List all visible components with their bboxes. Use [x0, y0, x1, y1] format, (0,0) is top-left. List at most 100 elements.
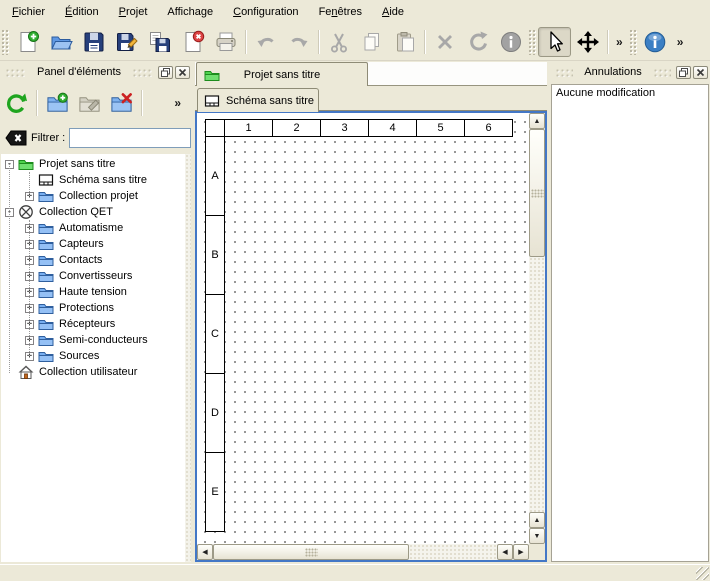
paste-button[interactable]: [388, 27, 421, 57]
hscroll-thumb[interactable]: [213, 544, 409, 560]
open-project-button[interactable]: [44, 27, 77, 57]
toolbar-separator: [36, 90, 37, 116]
project-tab[interactable]: Projet sans titre: [196, 62, 368, 86]
delete-category-button[interactable]: [106, 88, 136, 118]
tree-scrollbar-track[interactable]: [185, 154, 191, 562]
elements-panel: Panel d'éléments » Filtrer : - Pro: [0, 62, 192, 562]
move-cross-icon: [576, 30, 600, 54]
redo-button[interactable]: [282, 27, 315, 57]
tree-item-projet-sans-titre[interactable]: - Projet sans titre: [1, 156, 191, 172]
filter-label: Filtrer :: [31, 132, 65, 144]
undo-panel-titlebar[interactable]: Annulations: [550, 62, 710, 82]
toolbar-separator: [424, 30, 425, 54]
elements-panel-titlebar[interactable]: Panel d'éléments: [0, 62, 192, 82]
undo-list-item[interactable]: Aucune modification: [552, 85, 708, 101]
toolbar-drag-handle[interactable]: [629, 29, 638, 55]
diagram-view: 123456 ABCDE ▲ ▲ ▼ ◀ ◀ ▶: [195, 111, 547, 562]
filter-input[interactable]: [69, 128, 191, 148]
dock-grip-texture: [653, 68, 671, 77]
redo-icon: [287, 30, 311, 54]
float-icon: [679, 68, 688, 77]
hscroll-track[interactable]: [409, 544, 497, 560]
clear-filter-button[interactable]: [3, 128, 29, 148]
copy-icon: [360, 30, 384, 54]
undo-list: Aucune modification: [551, 84, 709, 562]
save-as-button[interactable]: [110, 27, 143, 57]
undo-icon: [254, 30, 278, 54]
new-document-button[interactable]: [11, 27, 44, 57]
size-grip[interactable]: [696, 567, 709, 580]
thumb-grip: [531, 189, 544, 198]
about-button[interactable]: [639, 27, 672, 57]
application-window: FichierÉditionProjetAffichageConfigurati…: [0, 0, 710, 581]
undo-panel-title: Annulations: [578, 66, 648, 78]
new-folder-icon: [46, 92, 69, 115]
element-infos-button[interactable]: [494, 27, 527, 57]
dock-grip-texture: [555, 68, 573, 77]
tree-item-icon: [38, 316, 54, 332]
horizontal-scrollbar: ◀ ◀ ▶: [197, 544, 529, 560]
close-panel-button[interactable]: [693, 66, 708, 79]
vscroll-up-button[interactable]: ▲: [529, 113, 545, 129]
diagram-column-2: 2: [272, 119, 321, 137]
diagram-row-A: A: [205, 136, 225, 216]
save-button[interactable]: [77, 27, 110, 57]
vscroll-thumb[interactable]: [529, 129, 545, 257]
reload-collections-button[interactable]: [1, 88, 31, 118]
toolbar-overflow-button[interactable]: »: [672, 27, 689, 57]
toolbar-drag-handle[interactable]: [1, 29, 10, 55]
schema-tab[interactable]: Schéma sans titre: [197, 88, 319, 112]
close-file-button[interactable]: [176, 27, 209, 57]
toolbar-overflow-button[interactable]: »: [611, 27, 628, 57]
diagram-canvas[interactable]: 123456 ABCDE: [197, 113, 529, 544]
float-panel-button[interactable]: [158, 66, 173, 79]
vscroll-track[interactable]: [529, 257, 545, 512]
vscroll-down-button[interactable]: ▼: [529, 528, 545, 544]
cut-button[interactable]: [322, 27, 355, 57]
menu-projet[interactable]: Projet: [109, 0, 158, 24]
toolbar-separator: [141, 90, 142, 116]
close-panel-button[interactable]: [175, 66, 190, 79]
panel-overflow-button[interactable]: »: [169, 88, 186, 118]
menu-fichier[interactable]: Fichier: [2, 0, 55, 24]
tree-item-collection-qet[interactable]: - Collection QET: [1, 204, 191, 220]
menu-aide[interactable]: Aide: [372, 0, 414, 24]
rotate-button[interactable]: [461, 27, 494, 57]
tree-item-label: Récepteurs: [59, 318, 115, 330]
menu-affichage[interactable]: Affichage: [157, 0, 223, 24]
diagram-row-D: D: [205, 373, 225, 453]
print-button[interactable]: [209, 27, 242, 57]
hscroll-right-button[interactable]: ▶: [513, 544, 529, 560]
menu-edition[interactable]: Édition: [55, 0, 109, 24]
tree-item-label: Capteurs: [59, 238, 104, 250]
menu-fenetres[interactable]: Fenêtres: [309, 0, 372, 24]
vscroll-up-button-2[interactable]: ▲: [529, 512, 545, 528]
copy-button[interactable]: [355, 27, 388, 57]
tree-item-label: Convertisseurs: [59, 270, 132, 282]
tree-item-label: Collection QET: [39, 206, 113, 218]
menu-configuration[interactable]: Configuration: [223, 0, 308, 24]
float-icon: [161, 68, 170, 77]
open-folder-icon: [49, 30, 73, 54]
diagram-row-E: E: [205, 452, 225, 532]
hscroll-left-button-2[interactable]: ◀: [497, 544, 513, 560]
pan-mode-button[interactable]: [571, 27, 604, 57]
tree-item-label: Projet sans titre: [39, 158, 115, 170]
dock-grip-texture: [132, 68, 153, 77]
diagram-row-B: B: [205, 215, 225, 295]
diagram-row-C: C: [205, 294, 225, 374]
select-mode-button[interactable]: [538, 27, 571, 57]
tree-item-icon: [38, 300, 54, 316]
toolbar-drag-handle[interactable]: [528, 29, 537, 55]
tree-item-icon: [38, 172, 54, 188]
tree-guide-line: [29, 172, 30, 196]
collections-toolbar: »: [0, 84, 192, 122]
delete-button[interactable]: [428, 27, 461, 57]
hscroll-left-button[interactable]: ◀: [197, 544, 213, 560]
float-panel-button[interactable]: [676, 66, 691, 79]
tree-item-collection-utilisateur[interactable]: Collection utilisateur: [1, 364, 191, 380]
new-category-button[interactable]: [42, 88, 72, 118]
save-all-button[interactable]: [143, 27, 176, 57]
edit-category-button[interactable]: [74, 88, 104, 118]
undo-button[interactable]: [249, 27, 282, 57]
